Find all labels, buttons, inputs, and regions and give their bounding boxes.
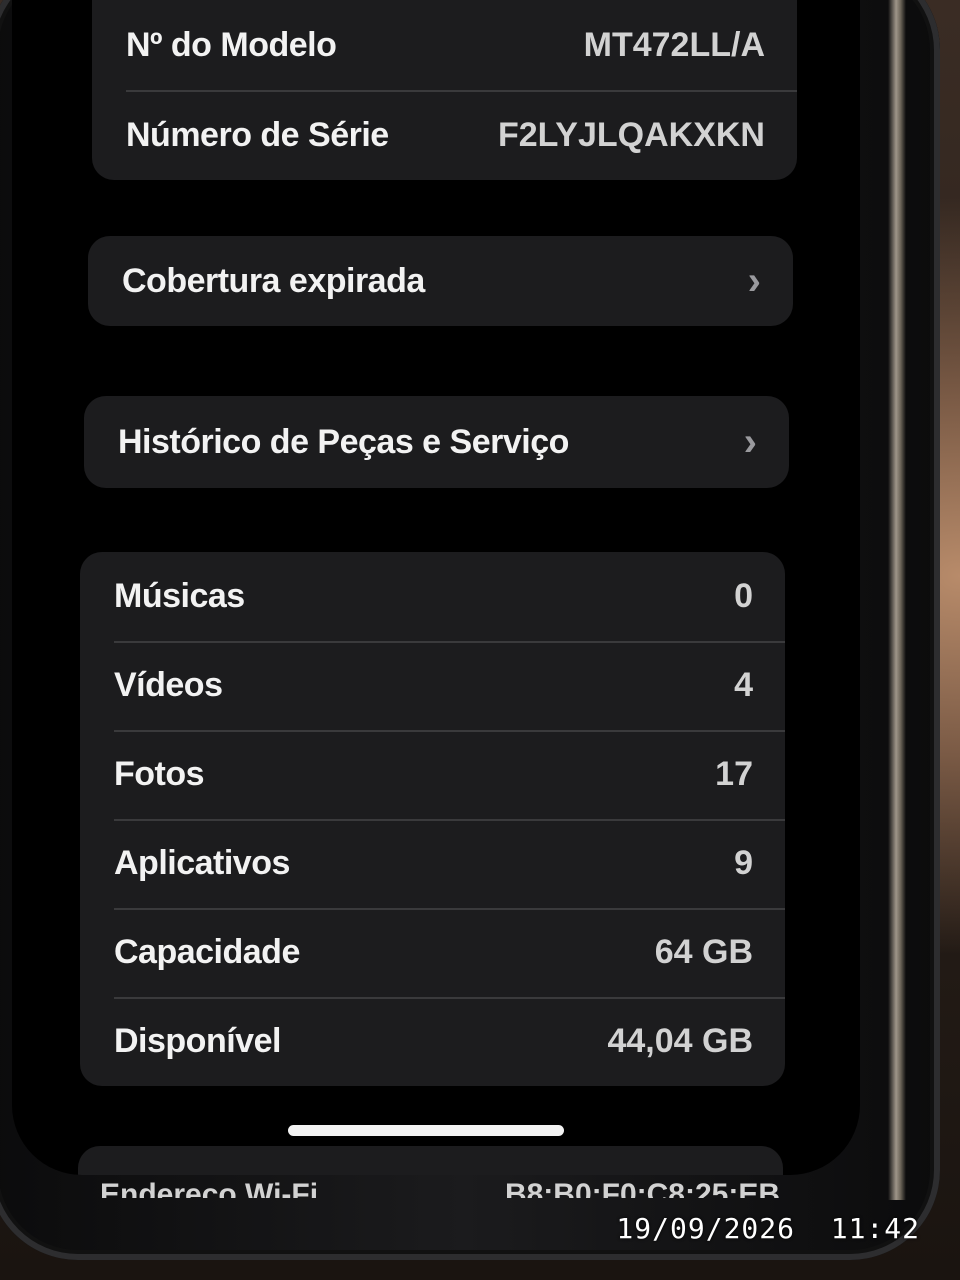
storage-stats-group: Músicas 0 Vídeos 4 Fotos 17 Aplicativos …: [80, 552, 785, 1086]
stat-row-apps: Aplicativos 9: [80, 819, 785, 908]
stat-row-capacity: Capacidade 64 GB: [80, 908, 785, 997]
coverage-row[interactable]: Cobertura expirada ›: [88, 236, 793, 326]
about-info-group: Nº do Modelo MT472LL/A Número de Série F…: [92, 0, 797, 180]
chevron-right-icon: ›: [747, 259, 761, 303]
stat-label: Disponível: [114, 1022, 281, 1060]
wifi-address-label: Endereço Wi-Fi: [100, 1178, 319, 1198]
stat-label: Músicas: [114, 577, 245, 615]
phone-screen: Nº do Modelo MT472LL/A Número de Série F…: [12, 0, 860, 1175]
phone-frame: Nº do Modelo MT472LL/A Número de Série F…: [0, 0, 940, 1260]
frame-edge-highlight: [888, 0, 906, 1200]
wifi-address-value: B8:B0:F0:C8:25:EB: [504, 1178, 780, 1198]
stat-row-photos: Fotos 17: [80, 730, 785, 819]
model-number-label: Nº do Modelo: [126, 25, 337, 64]
serial-number-value: F2LYJLQAKXKN: [497, 115, 765, 154]
stat-value: 4: [734, 666, 753, 704]
stat-label: Capacidade: [114, 933, 300, 971]
stat-value: 17: [715, 755, 753, 793]
stat-value: 9: [734, 844, 753, 882]
stat-value: 64 GB: [654, 933, 753, 971]
serial-number-label: Número de Série: [126, 115, 389, 154]
home-indicator[interactable]: [288, 1125, 564, 1136]
wifi-address-group: [78, 1146, 783, 1175]
stat-label: Fotos: [114, 755, 205, 793]
coverage-label: Cobertura expirada: [122, 261, 425, 300]
stat-label: Vídeos: [114, 666, 223, 704]
stat-value: 0: [734, 577, 753, 615]
photo-timestamp: 19/09/2026 11:42: [616, 1212, 920, 1245]
parts-history-group: Histórico de Peças e Serviço ›: [84, 396, 789, 488]
model-number-row[interactable]: Nº do Modelo MT472LL/A: [92, 0, 797, 90]
serial-number-row[interactable]: Número de Série F2LYJLQAKXKN: [92, 90, 797, 180]
parts-history-label: Histórico de Peças e Serviço: [118, 422, 569, 461]
stat-value: 44,04 GB: [607, 1022, 753, 1060]
stat-label: Aplicativos: [114, 844, 290, 882]
stat-row-music: Músicas 0: [80, 552, 785, 641]
chevron-right-icon: ›: [743, 420, 757, 464]
wifi-address-row-partial: Endereço Wi-Fi B8:B0:F0:C8:25:EB: [100, 1178, 780, 1198]
coverage-group: Cobertura expirada ›: [88, 236, 793, 326]
stat-row-available: Disponível 44,04 GB: [80, 997, 785, 1086]
model-number-value: MT472LL/A: [583, 25, 765, 64]
parts-history-row[interactable]: Histórico de Peças e Serviço ›: [84, 396, 789, 488]
stat-row-videos: Vídeos 4: [80, 641, 785, 730]
